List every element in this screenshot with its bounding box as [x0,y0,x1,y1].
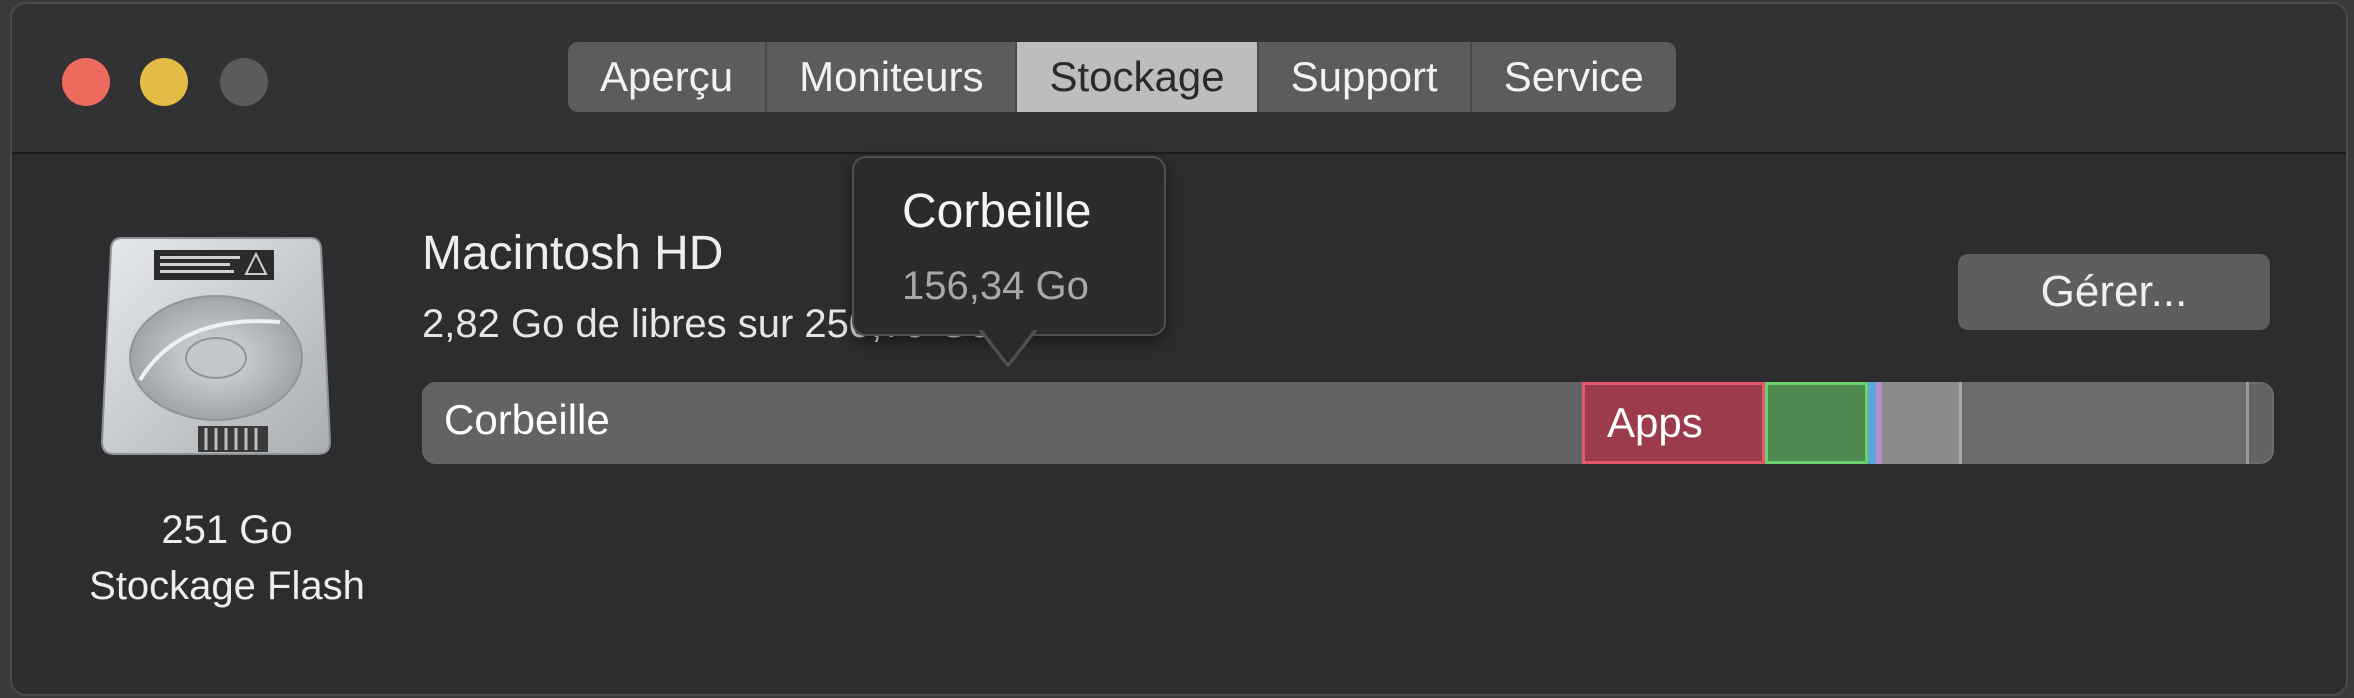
storage-segment-label: Corbeille [444,396,610,443]
storage-bar: Corbeille Apps [422,382,2274,464]
tab-bar: Aperçu Moniteurs Stockage Support Servic… [568,42,1676,112]
storage-segment-trash[interactable]: Corbeille [422,382,1582,464]
storage-segment-blue[interactable] [1868,382,1876,464]
title-bar: Aperçu Moniteurs Stockage Support Servic… [12,4,2346,154]
storage-segment-light-gray[interactable] [1882,382,1962,464]
tooltip-title: Corbeille [902,185,1092,238]
drive-type: Stockage Flash [89,564,365,608]
about-this-mac-window: Aperçu Moniteurs Stockage Support Servic… [10,2,2348,696]
storage-segment-gray[interactable] [1962,382,2249,464]
zoom-button[interactable] [220,58,268,106]
close-button[interactable] [62,58,110,106]
tab-apercu[interactable]: Aperçu [568,42,768,112]
manage-button[interactable]: Gérer... [1958,254,2270,330]
storage-segment-apps[interactable]: Apps [1582,382,1765,464]
minimize-button[interactable] [140,58,188,106]
tab-stockage[interactable]: Stockage [1017,42,1259,112]
drive-size: 251 Go [161,508,293,552]
tooltip-value: 156,34 Go [902,264,1089,308]
storage-tooltip: Corbeille 156,34 Go [852,156,1166,336]
storage-segment-label: Apps [1607,399,1703,446]
tab-support[interactable]: Support [1259,42,1472,112]
volume-name: Macintosh HD [422,227,724,280]
tooltip-pointer-fill [981,328,1035,363]
storage-segment-green[interactable] [1765,382,1868,464]
tab-moniteurs[interactable]: Moniteurs [767,42,1018,112]
hard-drive-icon [100,237,332,455]
tab-service[interactable]: Service [1472,42,1676,112]
